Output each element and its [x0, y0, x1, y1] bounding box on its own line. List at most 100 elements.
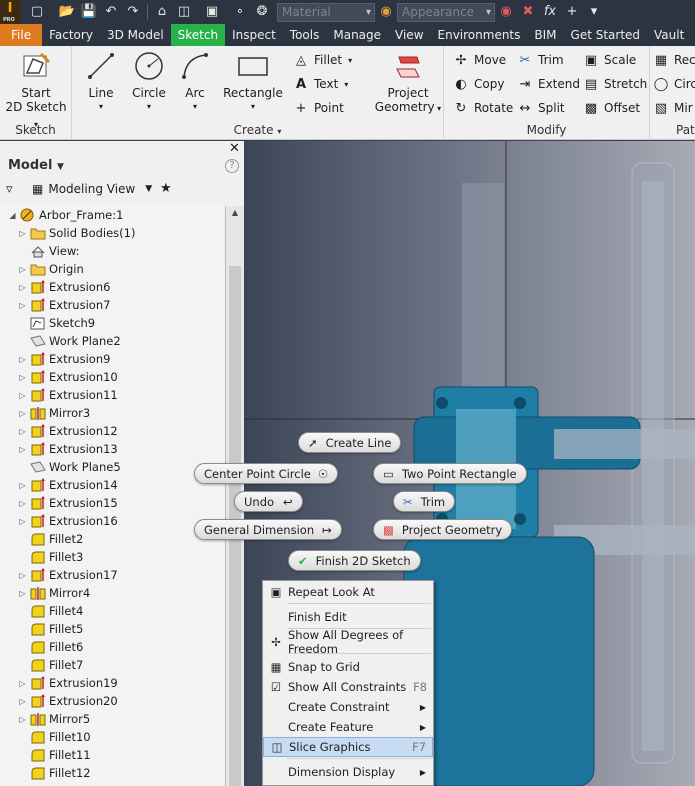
menu-item-show-all-constraints[interactable]: ☑ Show All Constraints F8	[263, 677, 433, 697]
tree-node-fillet2[interactable]: Fillet2	[0, 530, 225, 548]
tree-node-mirror5[interactable]: ▷ Mirror5	[0, 710, 225, 728]
add-icon[interactable]: +	[561, 2, 583, 22]
tab-tools[interactable]: Tools	[283, 24, 327, 46]
tree-node-fillet6[interactable]: Fillet6	[0, 638, 225, 656]
menu-item-dimension-display[interactable]: Dimension Display ▶	[263, 762, 433, 782]
tree-node-extrusion19[interactable]: ▷ Extrusion19	[0, 674, 225, 692]
project-geometry-marking-button[interactable]: ▩ Project Geometry	[373, 519, 513, 540]
create-line-button[interactable]: ➚ Create Line	[298, 432, 402, 453]
tree-node-mirror4[interactable]: ▷ Mirror4	[0, 584, 225, 602]
open-folder-icon[interactable]: 📂	[56, 2, 78, 22]
home-icon[interactable]: ⌂	[151, 2, 173, 22]
tree-node-fillet10[interactable]: Fillet10	[0, 728, 225, 746]
help-icon[interactable]: ?	[225, 159, 239, 173]
menu-item-create-constraint[interactable]: Create Constraint ▶	[263, 697, 433, 717]
appearance-dropdown[interactable]: Appearance	[397, 2, 495, 22]
new-file-icon[interactable]: ▢	[26, 2, 48, 22]
finish-2d-sketch-button[interactable]: ✔ Finish 2D Sketch	[288, 550, 421, 571]
save-icon[interactable]: 💾	[78, 2, 100, 22]
tree-node-solid-bodies-1[interactable]: ▷ Solid Bodies(1)	[0, 224, 225, 242]
tree-node-mirror3[interactable]: ▷ Mirror3	[0, 404, 225, 422]
customize-icon[interactable]: ▾	[583, 2, 605, 22]
tree-node-fillet12[interactable]: Fillet12	[0, 764, 225, 782]
arc-button[interactable]: Arc ▾	[174, 50, 216, 114]
menu-item-repeat-look-at[interactable]: ▣ Repeat Look At	[263, 582, 433, 602]
fx-icon[interactable]: fx	[539, 2, 561, 22]
tree-node-fillet5[interactable]: Fillet5	[0, 620, 225, 638]
tree-node-extrusion20[interactable]: ▷ Extrusion20	[0, 692, 225, 710]
trim-button-marking[interactable]: ✂ Trim	[393, 491, 456, 512]
tree-node-extrusion7[interactable]: ▷ Extrusion7	[0, 296, 225, 314]
tab-environments[interactable]: Environments	[431, 24, 528, 46]
tree-node-extrusion16[interactable]: ▷ Extrusion16	[0, 512, 225, 530]
expand-arrow-icon[interactable]: ▷	[18, 697, 27, 706]
expand-arrow-icon[interactable]: ▷	[18, 301, 27, 310]
general-dimension-button[interactable]: General Dimension ↦	[194, 519, 342, 540]
expand-arrow-icon[interactable]: ▷	[18, 283, 27, 292]
menu-item-show-all-degrees-of-freedom[interactable]: ✢ Show All Degrees of Freedom	[263, 628, 433, 656]
clear-appearance-icon[interactable]: ✖	[517, 2, 539, 22]
expand-arrow-icon[interactable]: ▷	[18, 391, 27, 400]
line-button[interactable]: Line ▾	[80, 50, 122, 114]
tree-node-fillet11[interactable]: Fillet11	[0, 746, 225, 764]
expand-arrow-icon[interactable]: ▷	[18, 715, 27, 724]
tree-node-extrusion10[interactable]: ▷ Extrusion10	[0, 368, 225, 386]
tree-node-fillet7[interactable]: Fillet7	[0, 656, 225, 674]
find-binoculars-icon[interactable]: ★	[160, 181, 172, 196]
panel-title[interactable]: Model ▼	[8, 158, 64, 173]
tree-node-extrusion9[interactable]: ▷ Extrusion9	[0, 350, 225, 368]
menu-item-slice-graphics[interactable]: ◫ Slice Graphics F7	[263, 737, 433, 757]
expand-arrow-icon[interactable]: ▷	[18, 589, 27, 598]
stretch-button[interactable]: ▤ Stretch	[582, 74, 647, 94]
mirror-button[interactable]: ▧ Mir	[652, 98, 693, 118]
undo-icon[interactable]: ↶	[100, 2, 122, 22]
app-logo-icon[interactable]: I PRO	[0, 0, 20, 24]
select-mode-icon[interactable]: ◫	[173, 2, 195, 22]
tree-node-fillet3[interactable]: Fillet3	[0, 548, 225, 566]
tree-node-extrusion15[interactable]: ▷ Extrusion15	[0, 494, 225, 512]
tab-inspect[interactable]: Inspect	[225, 24, 283, 46]
center-point-circle-button[interactable]: Center Point Circle ☉	[194, 463, 339, 484]
expand-arrow-icon[interactable]: ▷	[18, 571, 27, 580]
expand-arrow-icon[interactable]: ▷	[18, 355, 27, 364]
tab-manage[interactable]: Manage	[326, 24, 388, 46]
tree-node-fillet4[interactable]: Fillet4	[0, 602, 225, 620]
material-dropdown[interactable]: Material	[277, 2, 375, 22]
expand-arrow-icon[interactable]: ▷	[18, 517, 27, 526]
tree-node-extrusion6[interactable]: ▷ Extrusion6	[0, 278, 225, 296]
appearance-ball-icon[interactable]: ◉	[375, 2, 397, 22]
rotate-button[interactable]: ↻ Rotate	[452, 98, 514, 118]
copy-button[interactable]: ◐ Copy	[452, 74, 504, 94]
tab-sketch[interactable]: Sketch	[170, 24, 226, 46]
tree-node-arbor-frame-1[interactable]: ◢ Arbor_Frame:1	[0, 206, 225, 224]
scale-button[interactable]: ▣ Scale	[582, 50, 636, 70]
circle-button[interactable]: Circle ▾	[128, 50, 170, 114]
tab-factory[interactable]: Factory	[42, 24, 100, 46]
tree-node-sketch9[interactable]: Sketch9	[0, 314, 225, 332]
tree-node-extrusion14[interactable]: ▷ Extrusion14	[0, 476, 225, 494]
close-icon[interactable]: ✕	[229, 141, 240, 156]
tab-get-started[interactable]: Get Started	[564, 24, 648, 46]
color-wheel-icon[interactable]: ❂	[251, 2, 273, 22]
expand-arrow-icon[interactable]: ▷	[18, 499, 27, 508]
expand-arrow-icon[interactable]: ▷	[18, 409, 27, 418]
rectangular-pattern-button[interactable]: ▦ Rec	[652, 50, 695, 70]
tab-3d-model[interactable]: 3D Model	[100, 24, 171, 46]
expand-arrow-icon[interactable]: ▷	[18, 679, 27, 688]
project-geometry-button[interactable]: Project Geometry ▾	[374, 50, 442, 116]
tree-node-extrusion12[interactable]: ▷ Extrusion12	[0, 422, 225, 440]
offset-button[interactable]: ▩ Offset	[582, 98, 640, 118]
tree-node-work-plane5[interactable]: Work Plane5	[0, 458, 225, 476]
menu-item-finish-edit[interactable]: Finish Edit	[263, 607, 433, 627]
tree-node-origin[interactable]: ▷ Origin	[0, 260, 225, 278]
expand-arrow-icon[interactable]: ▷	[18, 265, 27, 274]
tree-node-view[interactable]: View:	[0, 242, 225, 260]
menu-item-create-feature[interactable]: Create Feature ▶	[263, 717, 433, 737]
create-group-label[interactable]: Create ▾	[72, 123, 443, 137]
tree-node-work-plane2[interactable]: Work Plane2	[0, 332, 225, 350]
expand-arrow-icon[interactable]: ▷	[18, 229, 27, 238]
tab-bim[interactable]: BIM	[527, 24, 563, 46]
circular-pattern-button[interactable]: ◯ Circ	[652, 74, 695, 94]
redo-icon[interactable]: ↷	[122, 2, 144, 22]
tab-file[interactable]: File	[0, 24, 43, 46]
